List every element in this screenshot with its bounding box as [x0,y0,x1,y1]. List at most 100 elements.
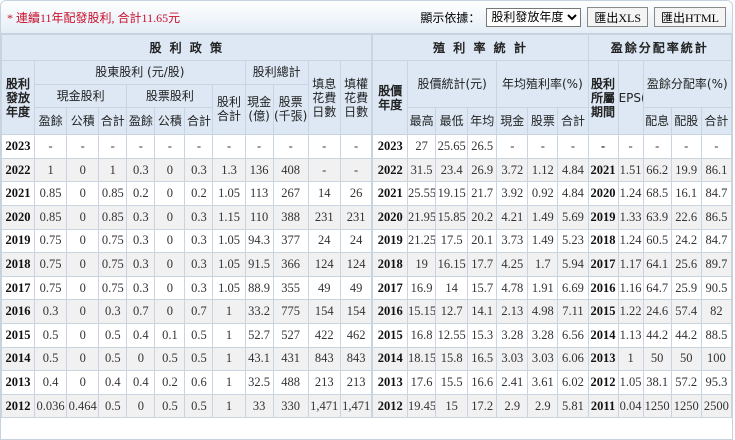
value-cell: 0.2 [154,370,186,395]
low-header: 最低 [435,107,469,136]
dist-year-cell: 2019 [1,228,36,254]
value-cell: 3.28 [527,322,559,348]
value-cell: 154 [307,299,341,324]
value-cell: 50 [642,346,672,372]
div-period-cell: 2018 [587,228,619,254]
value-cell: 0.5 [184,393,214,419]
div-sum-header: 股利合計 [212,83,246,136]
value-cell: 15.7 [467,275,498,301]
value-cell: 0.5 [184,322,214,348]
value-cell: 0 [66,299,100,324]
value-cell: - [98,134,128,159]
table-row: 2020 0.85 0 0.85 0.3 0 0.3 1.15 110 388 231 231 2020… [1,204,732,230]
value-cell: 1250 [670,393,702,419]
value-cell: 355 [272,275,309,301]
value-cell: 0.7 [126,299,156,324]
value-cell: 20.1 [467,228,498,254]
table-row: 2018 0.75 0 0.75 0.3 0 0.3 1.05 91.5 366 124 124 201… [1,252,732,277]
value-cell: 422 [307,322,341,348]
value-cell: 7.11 [557,299,589,324]
value-cell: 0.04 [617,393,644,419]
value-cell: 49 [339,275,373,301]
dividend-summary-note: * 連續11年配發股利, 合計11.65元 [7,10,181,25]
price-year-cell: 2013 [371,370,409,395]
value-cell: 1,471 [339,393,373,419]
value-cell: 1,471 [307,393,341,419]
value-cell: 0 [66,204,100,230]
value-cell: 6.02 [557,370,589,395]
value-cell: 64.7 [642,275,672,301]
value-cell: 0.5 [184,346,214,372]
value-cell: 0 [126,346,156,372]
display-basis-select[interactable]: 股利發放年度 [486,7,582,27]
dist-year-cell: 2016 [1,299,36,324]
value-cell: - [617,134,644,159]
value-cell: 0.7 [184,299,214,324]
value-cell: 1.13 [617,322,644,348]
value-cell: - [154,134,186,159]
value-cell: 1 [212,346,246,372]
export-html-button[interactable]: 匯出HTML [654,7,726,27]
value-cell: 1.51 [617,157,644,183]
value-cell: 154 [339,299,373,324]
value-cell: 16.8 [407,322,437,348]
value-cell: 5.94 [557,252,589,277]
value-cell: 19.9 [670,157,702,183]
value-cell: 0.3 [184,204,214,230]
table-row: 2013 0.4 0 0.4 0.4 0.2 0.6 1 32.5 488 213 213 2013 17… [1,370,732,395]
value-cell: 6.56 [557,322,589,348]
value-cell: 50 [670,346,702,372]
value-cell: 18.15 [407,346,437,372]
cash-div-header: 現金股利 [34,83,128,109]
value-cell: 0 [126,393,156,419]
stock-div-header: 股票股利 [126,83,214,109]
value-cell: 4.84 [557,181,589,206]
value-cell: 17.6 [407,370,437,395]
div-period-cell: 2020 [587,181,619,206]
table-row: 2012 0.036 0.464 0.5 0 0.5 0.5 1 33 330 1,471 1,471… [1,393,732,419]
value-cell: 12.7 [435,299,469,324]
value-cell: 63.9 [642,204,672,230]
value-cell: 33.2 [244,299,274,324]
value-cell: 6.69 [557,275,589,301]
value-cell: 0.3 [184,252,214,277]
value-cell: 84.7 [700,181,732,206]
export-xls-button[interactable]: 匯出XLS [587,7,648,27]
value-cell: 1.22 [617,299,644,324]
value-cell: 27 [407,134,437,159]
value-cell: 17.7 [467,252,498,277]
value-cell: 1250 [642,393,672,419]
dividend-panel: * 連續11年配發股利, 合計11.65元 顯示依據： 股利發放年度 匯出XLS… [0,0,733,440]
value-cell: 3.03 [527,346,559,372]
shareholder-div-header: 股東股利 (元/股) [34,60,246,85]
dist-year-cell: 2017 [1,275,36,301]
value-cell: - [496,134,529,159]
dist-year-cell: 2018 [1,252,36,277]
value-cell: 1.05 [212,252,246,277]
value-cell: 4.21 [496,204,529,230]
value-cell: 2500 [700,393,732,419]
value-cell: 0.4 [34,370,68,395]
value-cell: 20.2 [467,204,498,230]
value-cell: 431 [272,346,309,372]
value-cell: - [307,157,341,183]
value-cell: 14 [307,181,341,206]
value-cell: 24 [339,228,373,254]
value-cell: 16.6 [467,370,498,395]
dist-year-cell: 2015 [1,322,36,348]
price-year-cell: 2019 [371,228,409,254]
value-cell: 33 [244,393,274,419]
table-row: 2014 0.5 0 0.5 0 0.5 0.5 1 43.1 431 843 843 2014 18.1… [1,346,732,372]
value-cell: 0.036 [34,393,68,419]
value-cell: 2.9 [527,393,559,419]
value-cell: 100 [700,346,732,372]
value-cell: 3.92 [496,181,529,206]
value-cell: 64.1 [642,252,672,277]
div-period-cell: 2015 [587,299,619,324]
value-cell: 0.3 [126,157,156,183]
price-year-cell: 2021 [371,181,409,206]
value-cell: 17.2 [467,393,498,419]
value-cell: 3.03 [496,346,529,372]
value-cell: 366 [272,252,309,277]
value-cell: 26 [339,181,373,206]
